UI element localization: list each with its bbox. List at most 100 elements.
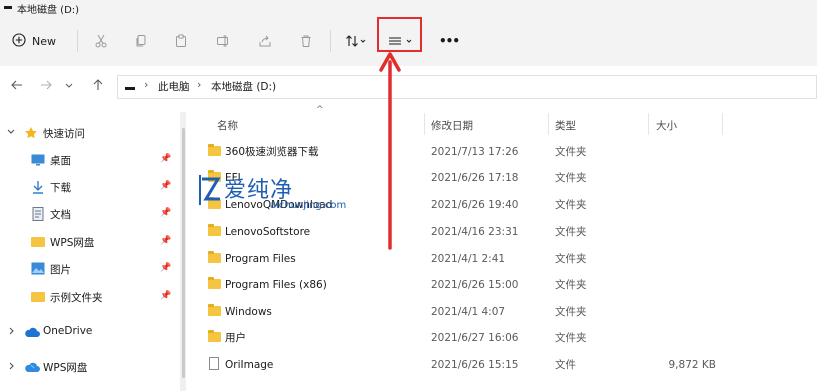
sort-icon: [345, 34, 367, 48]
file-date: 2021/4/1 4:07: [431, 306, 506, 318]
toolbar-divider: [77, 30, 78, 52]
folder-icon: [208, 224, 221, 236]
file-size: [624, 246, 716, 272]
file-date: 2021/6/26 17:18: [431, 172, 519, 184]
file-date: 2021/4/16 23:31: [431, 226, 519, 238]
column-header-date[interactable]: 修改日期: [431, 118, 473, 133]
sidebar-item-downloads[interactable]: 下载 📌: [0, 176, 178, 198]
file-size: [624, 299, 716, 325]
file-type: 文件: [555, 359, 576, 371]
column-header-name[interactable]: 名称: [217, 118, 238, 133]
copy-icon[interactable]: [131, 30, 151, 52]
breadcrumb-drive[interactable]: 本地磁盘 (D:): [211, 79, 276, 94]
folder-icon: [208, 251, 221, 263]
chevron-right-icon: [6, 325, 16, 340]
column-divider[interactable]: [424, 113, 425, 135]
sidebar-item-sample-folder[interactable]: 示例文件夹 📌: [0, 286, 178, 308]
more-button[interactable]: •••: [438, 30, 460, 52]
sidebar-label: 文档: [50, 209, 71, 221]
up-icon[interactable]: [91, 78, 105, 96]
column-divider[interactable]: [722, 113, 723, 135]
file-row[interactable]: Program Files 2021/4/1 2:41 文件夹: [204, 246, 724, 272]
new-button[interactable]: New: [12, 30, 56, 52]
chevron-right-icon: ›: [197, 78, 202, 91]
file-type: 文件夹: [555, 226, 587, 238]
file-row[interactable]: Windows 2021/4/1 4:07 文件夹: [204, 299, 724, 325]
file-name: LenovoSoftstore: [225, 226, 311, 238]
file-size: [624, 272, 716, 298]
file-row[interactable]: 用户 2021/6/27 16:06 文件夹: [204, 325, 724, 351]
file-type: 文件夹: [555, 306, 587, 318]
file-name: OriImage: [225, 359, 274, 371]
document-icon: [32, 207, 44, 224]
sidebar-item-wps-drive[interactable]: WPS网盘: [0, 356, 178, 378]
sidebar-item-onedrive[interactable]: OneDrive: [0, 321, 178, 343]
folder-icon: [208, 330, 221, 342]
sidebar-item-pictures[interactable]: 图片 📌: [0, 258, 178, 280]
file-row[interactable]: LenovoSoftstore 2021/4/16 23:31 文件夹: [204, 219, 724, 245]
column-divider[interactable]: [648, 113, 649, 135]
sidebar-label: 图片: [50, 264, 71, 276]
sidebar-label: 示例文件夹: [50, 292, 103, 304]
file-type: 文件夹: [555, 199, 587, 211]
cut-icon[interactable]: [91, 30, 111, 52]
drive-icon: [125, 87, 135, 90]
file-type: 文件夹: [555, 146, 587, 158]
file-name: 360极速浏览器下载: [225, 146, 319, 158]
file-size: [624, 139, 716, 165]
column-divider[interactable]: [548, 113, 549, 135]
folder-icon: [31, 237, 45, 247]
sidebar-item-wps-drive-pinned[interactable]: WPS网盘 📌: [0, 231, 178, 253]
back-icon[interactable]: [10, 78, 24, 96]
file-date: 2021/7/13 17:26: [431, 146, 519, 158]
pictures-icon: [31, 262, 45, 278]
plus-circle-icon: [12, 32, 26, 50]
folder-icon: [31, 292, 45, 302]
folder-icon: [208, 144, 221, 156]
pin-icon: 📌: [160, 263, 172, 273]
file-date: 2021/6/27 16:06: [431, 332, 519, 344]
file-row[interactable]: Program Files (x86) 2021/6/26 15:00 文件夹: [204, 272, 724, 298]
sidebar-label: 快速访问: [43, 128, 85, 140]
title-bar: [0, 0, 817, 16]
pin-icon: 📌: [160, 291, 172, 301]
sidebar-scrollbar[interactable]: [182, 128, 185, 378]
rename-icon[interactable]: [213, 30, 233, 52]
folder-icon: [208, 277, 221, 289]
chevron-down-icon: [6, 126, 16, 141]
pin-icon: 📌: [160, 181, 172, 191]
highlight-box: [377, 17, 422, 52]
file-row[interactable]: 360极速浏览器下载 2021/7/13 17:26 文件夹: [204, 139, 724, 165]
forward-icon[interactable]: [39, 78, 53, 96]
file-type: 文件夹: [555, 279, 587, 291]
new-label: New: [32, 34, 56, 48]
delete-icon[interactable]: [296, 30, 316, 52]
breadcrumb-this-pc[interactable]: 此电脑: [158, 79, 190, 94]
recent-chevron-icon[interactable]: [63, 78, 75, 96]
file-size: [624, 192, 716, 218]
sort-button[interactable]: [340, 30, 372, 52]
sidebar-item-desktop[interactable]: 桌面 📌: [0, 149, 178, 171]
file-name: Program Files: [225, 253, 296, 265]
file-name: 用户: [225, 332, 246, 344]
more-icon: •••: [438, 34, 460, 48]
chevron-right-icon: ›: [144, 78, 149, 91]
paste-icon[interactable]: [171, 30, 191, 52]
file-type: 文件夹: [555, 332, 587, 344]
star-icon: [24, 126, 38, 143]
sidebar-item-quick-access[interactable]: 快速访问: [0, 122, 178, 144]
watermark-logo-icon: [198, 173, 224, 210]
desktop-icon: [31, 154, 45, 169]
pin-icon: 📌: [160, 236, 172, 246]
file-size: [624, 165, 716, 191]
file-size: [624, 219, 716, 245]
sidebar-item-documents[interactable]: 文档 📌: [0, 203, 178, 225]
column-header-type[interactable]: 类型: [555, 118, 576, 133]
sidebar-label: WPS网盘: [43, 362, 88, 374]
column-header-size[interactable]: 大小: [656, 118, 677, 133]
sidebar-label: 桌面: [50, 155, 71, 167]
file-row[interactable]: OriImage 2021/6/26 15:15 文件 9,872 KB: [204, 352, 724, 378]
annotation-arrow-icon: [378, 48, 402, 255]
share-icon[interactable]: [255, 30, 275, 52]
toolbar-divider: [330, 30, 331, 52]
